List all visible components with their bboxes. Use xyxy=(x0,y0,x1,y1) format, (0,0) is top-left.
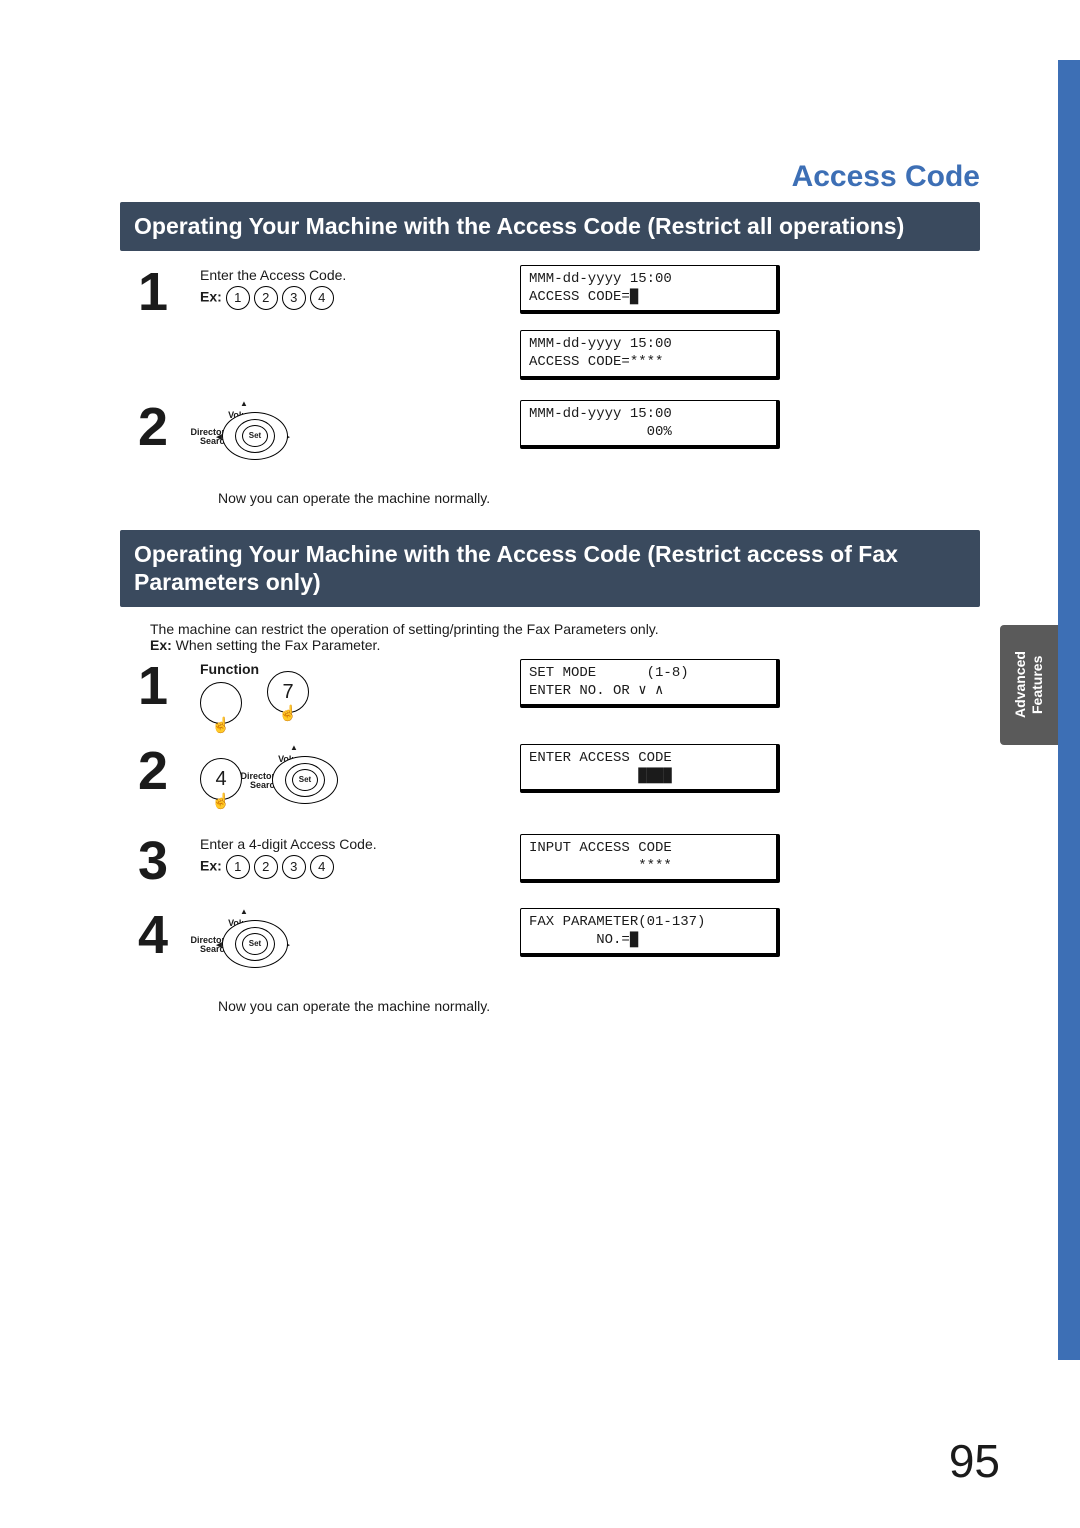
set-button-icon: Set xyxy=(242,933,268,955)
navpad-icon: Volume Directory Search ◄ ► Set xyxy=(200,400,288,470)
step-b1: 1 Function ☝ 7 ☝ SET MODE (1-8) ENTER NO… xyxy=(120,659,980,724)
example-digits: 1 2 3 4 xyxy=(226,855,334,879)
lcd-column: INPUT ACCESS CODE **** xyxy=(520,834,980,883)
numeric-key-icon: 7 ☝ xyxy=(267,671,309,713)
function-key-icon: ☝ xyxy=(200,682,242,724)
intro-ex-label: Ex: xyxy=(150,637,172,653)
step-number: 1 xyxy=(120,659,180,713)
intro-line1: The machine can restrict the operation o… xyxy=(150,621,659,637)
digit-key: 1 xyxy=(226,855,250,879)
intro-line2: When setting the Fax Parameter. xyxy=(172,637,381,653)
step-body: Function ☝ 7 ☝ xyxy=(200,659,500,724)
lcd-display: MMM-dd-yyyy 15:00 ACCESS CODE=**** xyxy=(520,330,780,379)
step-number: 2 xyxy=(120,744,180,798)
key-digit: 7 xyxy=(283,677,294,707)
step-number: 4 xyxy=(120,908,180,962)
section-tab: Advanced Features xyxy=(1000,625,1058,745)
section-a-heading: Operating Your Machine with the Access C… xyxy=(120,202,980,251)
step-number: 2 xyxy=(120,400,180,454)
lcd-column: MMM-dd-yyyy 15:00 00% xyxy=(520,400,980,449)
step-number: 1 xyxy=(120,265,180,319)
section-b-intro: The machine can restrict the operation o… xyxy=(150,621,980,653)
step-body: 4 ☝ Volume Directory Search Set xyxy=(200,744,500,814)
lcd-column: MMM-dd-yyyy 15:00 ACCESS CODE=█ MMM-dd-y… xyxy=(520,265,980,380)
navpad-icon: Volume Directory Search ◄ ► Set xyxy=(200,908,288,978)
finger-icon: ☝ xyxy=(279,703,298,726)
digit-key: 3 xyxy=(282,286,306,310)
lcd-column: ENTER ACCESS CODE ████ xyxy=(520,744,980,793)
digit-key: 1 xyxy=(226,286,250,310)
step-b4: 4 Volume Directory Search ◄ ► Set FAX PA… xyxy=(120,908,980,978)
lcd-display: MMM-dd-yyyy 15:00 00% xyxy=(520,400,780,449)
step-b3: 3 Enter a 4-digit Access Code. Ex: 1 2 3… xyxy=(120,834,980,888)
step-body: Enter the Access Code. Ex: 1 2 3 4 xyxy=(200,265,500,310)
set-button-icon: Set xyxy=(292,769,318,791)
navpad-icon: Volume Directory Search Set xyxy=(250,744,338,814)
function-label: Function xyxy=(200,659,259,680)
example-digits: 1 2 3 4 xyxy=(226,286,334,310)
key-digit: 4 xyxy=(215,764,226,794)
set-button-icon: Set xyxy=(242,425,268,447)
step-text: Enter a 4-digit Access Code. xyxy=(200,836,377,852)
page-content: Access Code Operating Your Machine with … xyxy=(0,0,1080,1014)
step-body: Volume Directory Search ◄ ► Set xyxy=(200,400,500,470)
finger-icon: ☝ xyxy=(212,715,231,738)
step-note: Now you can operate the machine normally… xyxy=(218,490,980,506)
step-body: Enter a 4-digit Access Code. Ex: 1 2 3 4 xyxy=(200,834,500,879)
step-a1: 1 Enter the Access Code. Ex: 1 2 3 4 MMM… xyxy=(120,265,980,380)
lcd-display: ENTER ACCESS CODE ████ xyxy=(520,744,780,793)
page-number: 95 xyxy=(949,1434,1000,1488)
page-title: Access Code xyxy=(120,160,980,194)
ex-label: Ex: xyxy=(200,858,222,874)
section-b-steps: 1 Function ☝ 7 ☝ SET MODE (1-8) ENTER NO… xyxy=(120,659,980,978)
lcd-column: FAX PARAMETER(01-137) NO.=█ xyxy=(520,908,980,957)
navpad-inner: Set xyxy=(285,763,325,797)
lcd-display: INPUT ACCESS CODE **** xyxy=(520,834,780,883)
ex-label: Ex: xyxy=(200,288,222,304)
navpad-outer: Set xyxy=(272,756,338,804)
digit-key: 3 xyxy=(282,855,306,879)
step-note: Now you can operate the machine normally… xyxy=(218,998,980,1014)
digit-key: 4 xyxy=(310,286,334,310)
section-a-steps: 1 Enter the Access Code. Ex: 1 2 3 4 MMM… xyxy=(120,265,980,470)
digit-key: 2 xyxy=(254,855,278,879)
step-a2: 2 Volume Directory Search ◄ ► Set MMM-dd… xyxy=(120,400,980,470)
lcd-display: FAX PARAMETER(01-137) NO.=█ xyxy=(520,908,780,957)
lcd-column: SET MODE (1-8) ENTER NO. OR ∨ ∧ xyxy=(520,659,980,708)
digit-key: 2 xyxy=(254,286,278,310)
navpad-outer: Set xyxy=(222,412,288,460)
section-tab-label: Advanced Features xyxy=(1012,625,1046,745)
navpad-inner: Set xyxy=(235,927,275,961)
lcd-display: MMM-dd-yyyy 15:00 ACCESS CODE=█ xyxy=(520,265,780,314)
function-button-icon: Function ☝ xyxy=(200,659,259,724)
section-b-heading: Operating Your Machine with the Access C… xyxy=(120,530,980,608)
lcd-display: SET MODE (1-8) ENTER NO. OR ∨ ∧ xyxy=(520,659,780,708)
navpad-inner: Set xyxy=(235,419,275,453)
step-number: 3 xyxy=(120,834,180,888)
navpad-outer: Set xyxy=(222,920,288,968)
step-body: Volume Directory Search ◄ ► Set xyxy=(200,908,500,978)
right-accent-bar xyxy=(1058,60,1080,1360)
step-text: Enter the Access Code. xyxy=(200,267,346,283)
finger-icon: ☝ xyxy=(212,791,231,814)
digit-key: 4 xyxy=(310,855,334,879)
step-b2: 2 4 ☝ Volume Directory Search Set xyxy=(120,744,980,814)
